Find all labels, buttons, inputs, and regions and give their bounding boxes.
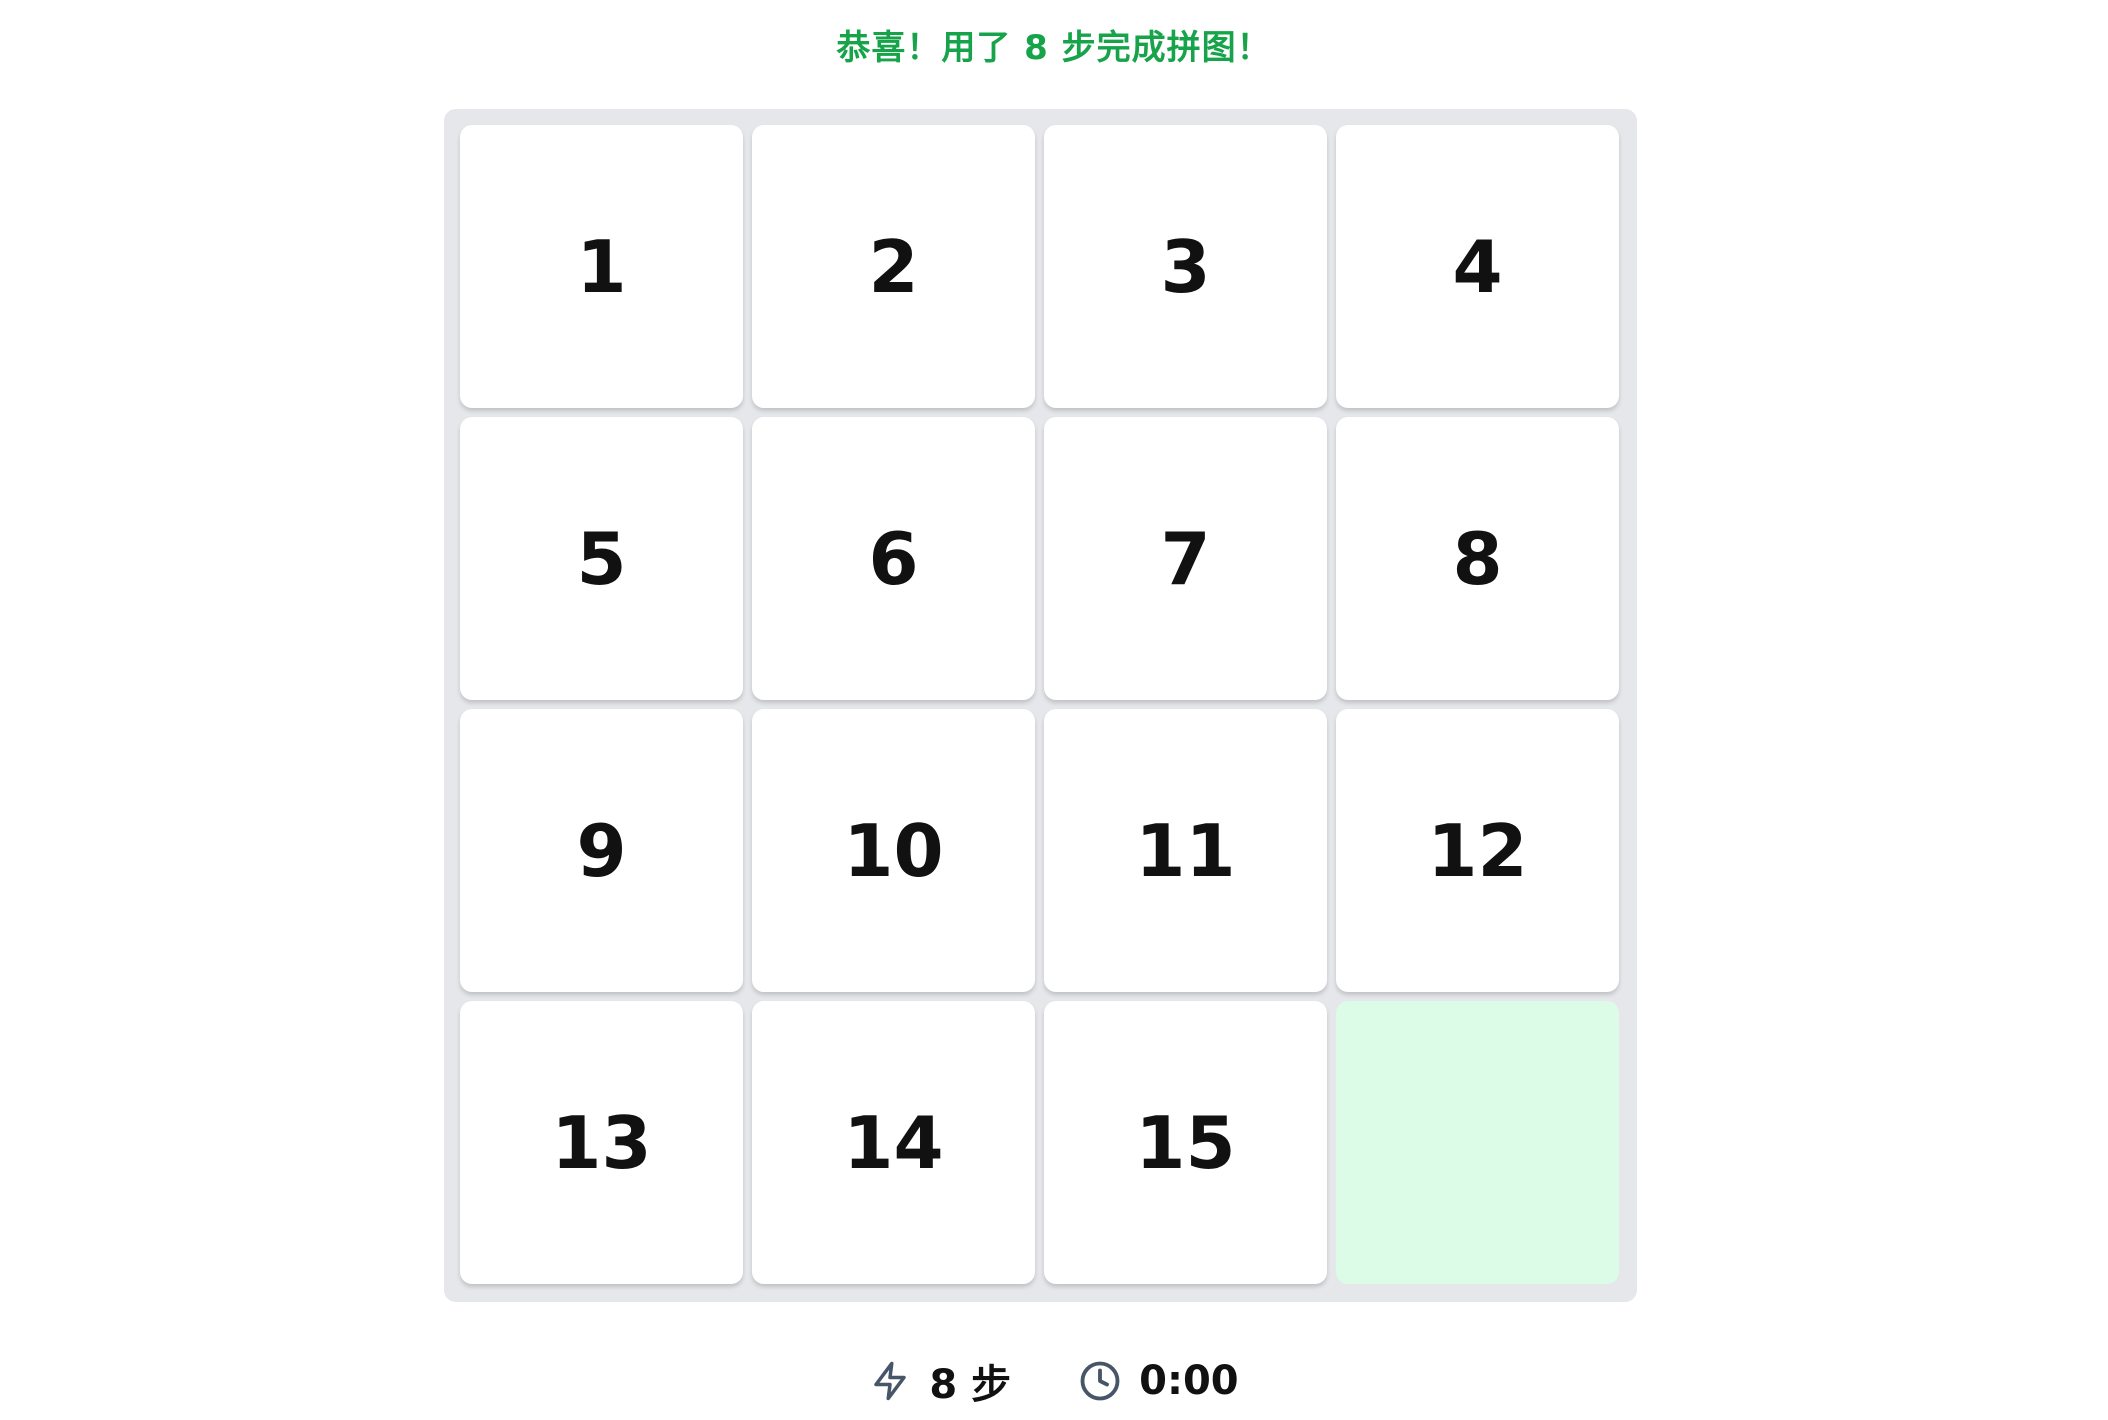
tile-9[interactable]: 9 <box>460 709 743 992</box>
lightning-icon <box>869 1359 911 1403</box>
tile-10[interactable]: 10 <box>752 709 1035 992</box>
time-label: 0:00 <box>1139 1358 1239 1404</box>
tile-15[interactable]: 15 <box>1044 1001 1327 1284</box>
tile-7[interactable]: 7 <box>1044 417 1327 700</box>
tile-14[interactable]: 14 <box>752 1001 1035 1284</box>
empty-slot <box>1336 1001 1619 1284</box>
puzzle-board: 1 2 3 4 5 6 7 8 9 10 11 12 13 14 15 <box>444 109 1637 1302</box>
clock-icon <box>1079 1360 1121 1402</box>
tile-12[interactable]: 12 <box>1336 709 1619 992</box>
moves-label: 8 步 <box>929 1362 1012 1408</box>
completion-message: 恭喜！用了 8 步完成拼图！ <box>836 28 1272 68</box>
tile-11[interactable]: 11 <box>1044 709 1327 992</box>
tile-3[interactable]: 3 <box>1044 125 1327 408</box>
timer: 0:00 <box>1079 1358 1239 1404</box>
stats-bar: 8 步 0:00 <box>0 1352 2108 1410</box>
tile-6[interactable]: 6 <box>752 417 1035 700</box>
tile-4[interactable]: 4 <box>1336 125 1619 408</box>
tile-8[interactable]: 8 <box>1336 417 1619 700</box>
tile-5[interactable]: 5 <box>460 417 743 700</box>
tile-13[interactable]: 13 <box>460 1001 743 1284</box>
tile-1[interactable]: 1 <box>460 125 743 408</box>
moves-counter: 8 步 <box>869 1352 1011 1410</box>
tile-2[interactable]: 2 <box>752 125 1035 408</box>
